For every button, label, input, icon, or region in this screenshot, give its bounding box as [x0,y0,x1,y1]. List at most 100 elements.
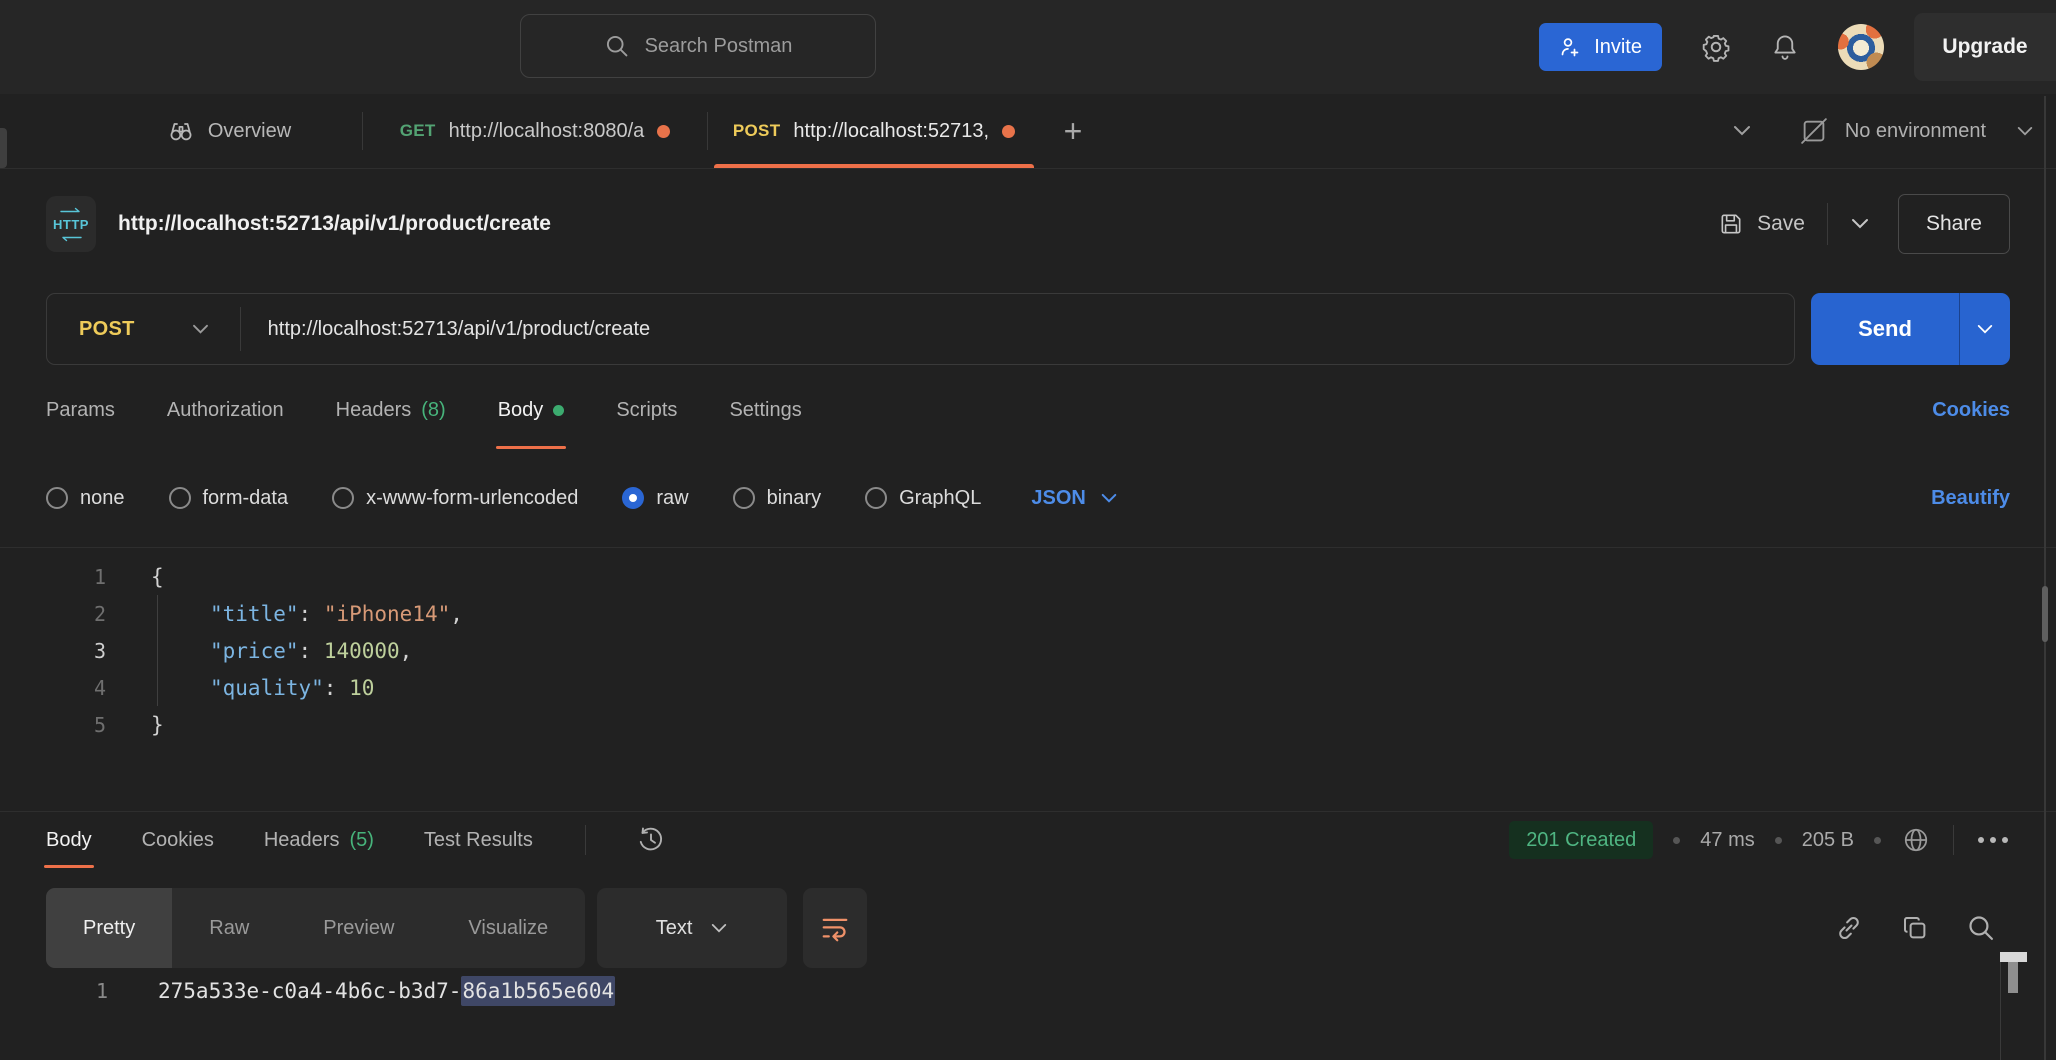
wrap-lines-button[interactable] [803,888,867,968]
request-tab-params[interactable]: Params [46,371,115,449]
method-selector[interactable]: POST [47,318,135,341]
top-bar: Search Postman Invite Up [0,0,2056,94]
upgrade-button[interactable]: Upgrade [1914,13,2056,81]
line-number: 3 [0,639,106,663]
tab-label: Headers [336,399,412,422]
divider [1827,203,1828,245]
send-split-button: Send [1811,293,2010,365]
method-get-label: GET [400,121,436,141]
request-tab-headers[interactable]: Headers(8) [336,371,446,449]
view-tab-preview[interactable]: Preview [286,888,431,968]
url-input[interactable]: http://localhost:52713/api/v1/product/cr… [268,318,650,341]
window-scrollbar-track[interactable] [2044,96,2046,1060]
avatar[interactable] [1838,24,1884,70]
request-tab-settings[interactable]: Settings [729,371,801,449]
history-clock-icon[interactable] [636,825,666,855]
topbar-actions: Invite Upgrade [1539,0,2056,94]
copy-icon[interactable] [1900,913,1930,943]
settings-gear-icon[interactable] [1700,31,1732,63]
tab-overview[interactable]: Overview [96,94,362,168]
line-code: } [151,706,164,743]
body-mode-graphql[interactable]: GraphQL [865,487,981,510]
editor-scrollbar-thumb[interactable] [2042,586,2048,642]
format-label: Text [656,917,693,940]
line-number: 2 [0,602,106,626]
search-input[interactable]: Search Postman [520,14,876,78]
view-tab-pretty[interactable]: Pretty [46,888,172,968]
request-tab-authorization[interactable]: Authorization [167,371,284,449]
no-environment-icon [1799,116,1829,146]
radio-icon [622,487,644,509]
response-tab-headers[interactable]: Headers(5) [264,812,374,868]
send-button[interactable]: Send [1811,293,1959,365]
request-tab-scripts[interactable]: Scripts [616,371,677,449]
status-badge[interactable]: 201 Created [1509,821,1653,859]
line-number: 4 [0,676,106,700]
tab-list-chevron-icon[interactable] [1732,124,1752,138]
view-tab-visualize[interactable]: Visualize [431,888,585,968]
request-tab-body[interactable]: Body [498,371,565,449]
tab-label: Params [46,399,115,422]
environment-selector[interactable]: No environment [1777,116,2056,146]
radio-icon [332,487,354,509]
search-icon [604,33,630,59]
network-globe-icon[interactable] [1901,825,1931,855]
binoculars-icon [167,117,195,145]
view-tab-raw[interactable]: Raw [172,888,286,968]
body-mode-binary[interactable]: binary [733,487,821,510]
more-options-ellipsis-icon[interactable] [1976,834,2010,846]
response-tab-cookies[interactable]: Cookies [142,812,214,868]
language-label: JSON [1031,487,1085,510]
response-tab-body[interactable]: Body [46,812,92,868]
share-button[interactable]: Share [1898,194,2010,254]
send-options-chevron-icon[interactable] [1959,293,2010,365]
tab-request-post[interactable]: POST http://localhost:52713, [708,94,1040,168]
response-header: Body Cookies Headers(5) Test Results 201 Cr… [0,811,2056,868]
cookies-link[interactable]: Cookies [1932,399,2010,422]
body-mode-x-www-form-urlencoded[interactable]: x-www-form-urlencoded [332,487,578,510]
link-icon[interactable] [1834,913,1864,943]
invite-label: Invite [1594,36,1642,59]
invite-button[interactable]: Invite [1539,23,1662,71]
request-tabs: Params Authorization Headers(8) Body Scripts… [0,371,2056,449]
response-view-switcher: PrettyRawPreviewVisualize [46,888,585,968]
token: : [324,676,349,700]
radio-icon [46,487,68,509]
body-mode-form-data[interactable]: form-data [169,487,289,510]
tab-url: http://localhost:8080/a [449,120,645,143]
notifications-bell-icon[interactable] [1770,32,1800,62]
language-selector[interactable]: JSON [1031,487,1117,510]
response-toolbar: PrettyRawPreviewVisualize Text [46,888,2010,968]
response-tab-test-results[interactable]: Test Results [424,812,533,868]
body-mode-bar: none form-data x-www-form-urlencoded raw bin… [0,449,2056,547]
search-in-response-icon[interactable] [1966,913,1996,943]
tab-label: Authorization [167,399,284,422]
save-options-chevron-icon[interactable] [1850,217,1870,231]
token: { [151,565,164,589]
sidebar-edge-handle[interactable] [0,128,7,168]
tab-label: Body [46,829,92,852]
editor-line: 3"price": 140000, [0,632,2056,669]
http-badge-label: HTTP [53,217,89,232]
tab-request-get[interactable]: GET http://localhost:8080/a [363,94,707,168]
response-line-number: 1 [0,979,108,1003]
body-mode-label: x-www-form-urlencoded [366,487,578,510]
http-request-icon: HTTP [46,196,96,252]
save-button[interactable]: Save [1718,211,1805,237]
separator-dot [1775,837,1782,844]
token: : [299,602,324,626]
add-tab-button[interactable]: + [1040,94,1106,168]
body-mode-none[interactable]: none [46,487,125,510]
beautify-link[interactable]: Beautify [1931,487,2010,510]
line-code: { [151,558,164,595]
response-body-line[interactable]: 1 275a533e-c0a4-4b6c-b3d7-86a1b565e604 [0,970,2056,1012]
token: "iPhone14" [324,602,450,626]
unsaved-dot [657,125,670,138]
request-builder: POST http://localhost:52713/api/v1/produ… [0,279,2056,371]
request-body-editor[interactable]: 1{2"title": "iPhone14",3"price": 140000,… [0,547,2056,811]
body-mode-raw[interactable]: raw [622,487,688,510]
method-chevron-icon[interactable] [191,323,210,336]
editor-lines: 1{2"title": "iPhone14",3"price": 140000,… [0,558,2056,743]
wrap-lines-icon [820,913,850,943]
format-selector[interactable]: Text [597,888,787,968]
